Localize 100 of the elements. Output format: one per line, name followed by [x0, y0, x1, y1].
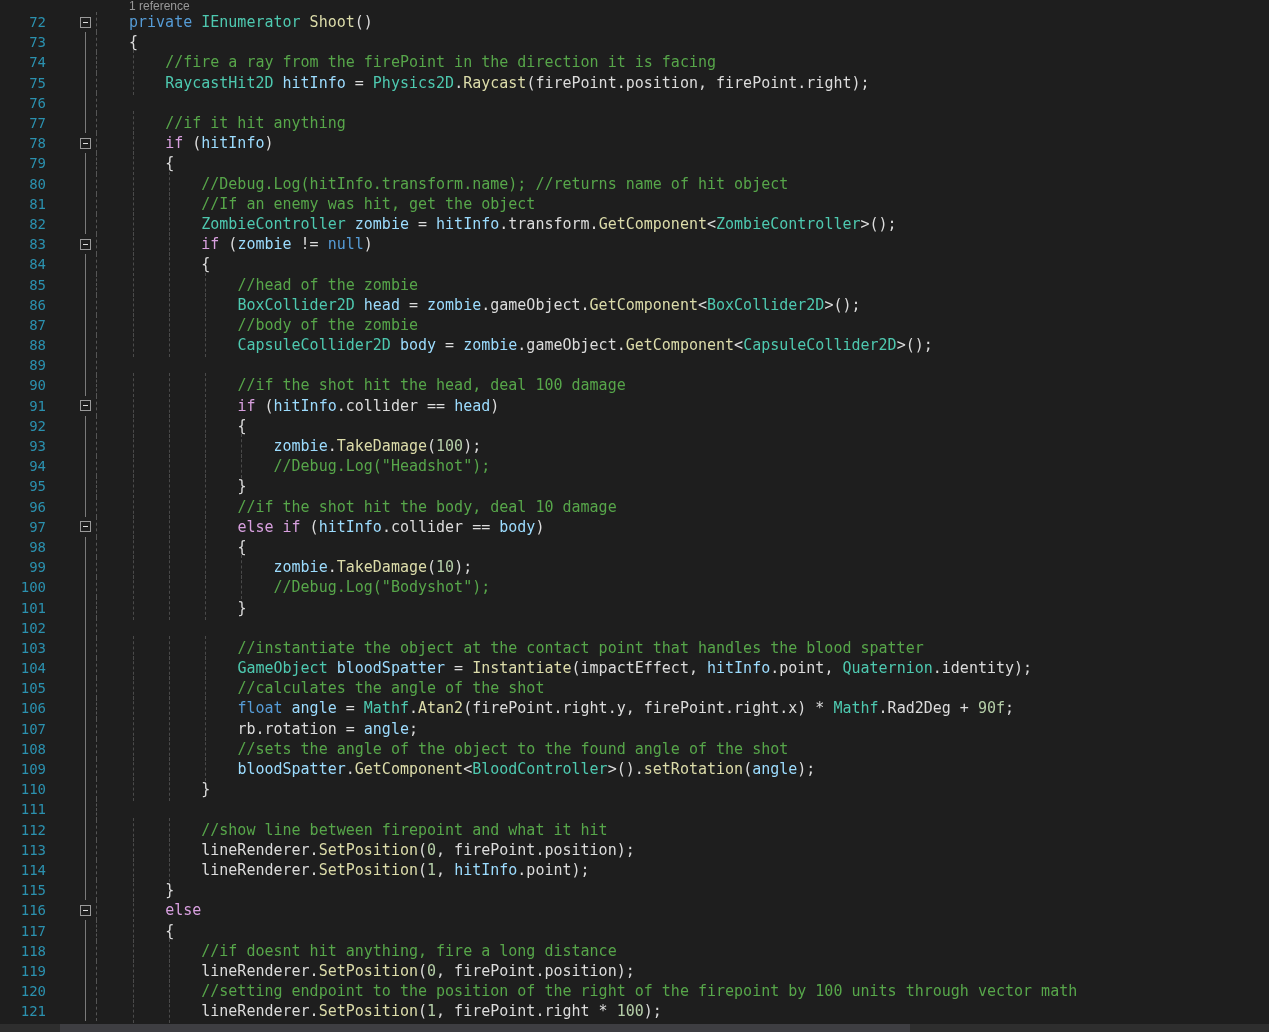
- code-line: //setting endpoint to the position of the right of the firepoint by 100 units through vector math: [129, 982, 1078, 1001]
- code-line: //calculates the angle of the shot: [129, 679, 545, 698]
- code-line: else: [129, 901, 202, 920]
- code-line: if (hitInfo.collider == head): [129, 396, 500, 415]
- line-number: 78: [28, 135, 46, 152]
- line-number: 120: [19, 983, 46, 1000]
- line-number: 110: [19, 781, 46, 798]
- line-number: 94: [28, 458, 46, 475]
- collapse-icon[interactable]: [80, 400, 91, 412]
- line-number: 77: [28, 115, 46, 132]
- code-line: zombie.TakeDamage(100);: [129, 437, 482, 456]
- collapse-icon[interactable]: [80, 16, 91, 28]
- line-number: 95: [28, 478, 46, 495]
- code-line: //if the shot hit the body, deal 10 damage: [129, 497, 617, 516]
- line-number: 104: [19, 660, 46, 677]
- line-number: 90: [28, 377, 46, 394]
- collapse-icon[interactable]: [80, 238, 91, 250]
- code-line: //if it hit anything: [129, 114, 346, 133]
- line-number: 85: [28, 276, 46, 293]
- code-line: //sets the angle of the object to the found angle of the shot: [129, 739, 789, 758]
- line-number: 87: [28, 316, 46, 333]
- line-number: 75: [28, 74, 46, 91]
- line-number: 91: [28, 397, 46, 414]
- code-line: //Debug.Log("Headshot");: [129, 457, 491, 476]
- code-line: //Debug.Log("Bodyshot");: [129, 578, 491, 597]
- code-line: //head of the zombie: [129, 275, 418, 294]
- code-line: lineRenderer.SetPosition(1, hitInfo.point);: [129, 860, 590, 879]
- line-number: 73: [28, 34, 46, 51]
- code-line: bloodSpatter.GetComponent<BloodController>().setRotation(angle);: [129, 760, 816, 779]
- line-number: 79: [28, 155, 46, 172]
- line-number: 102: [19, 619, 46, 636]
- code-line: //If an enemy was hit, get the object: [129, 194, 536, 213]
- line-number: 109: [19, 761, 46, 778]
- line-number: 115: [19, 882, 46, 899]
- code-line: //if the shot hit the head, deal 100 damage: [129, 376, 626, 395]
- line-number: 81: [28, 195, 46, 212]
- code-line: }: [129, 780, 211, 799]
- line-number: 105: [19, 680, 46, 697]
- code-line: }: [129, 881, 175, 900]
- line-number: 99: [28, 559, 46, 576]
- code-line: CapsuleCollider2D body = zombie.gameObject.GetComponent<CapsuleCollider2D>();: [129, 336, 933, 355]
- line-number: 92: [28, 417, 46, 434]
- line-number: 76: [28, 94, 46, 111]
- line-number: 117: [19, 922, 46, 939]
- code-line: {: [129, 921, 175, 940]
- line-number: 89: [28, 357, 46, 374]
- line-number: 103: [19, 639, 46, 656]
- code-line: zombie.TakeDamage(10);: [129, 558, 473, 577]
- horizontal-scrollbar[interactable]: [0, 1024, 1269, 1032]
- code-line: rb.rotation = angle;: [129, 719, 418, 738]
- code-line: else if (hitInfo.collider == body): [129, 517, 545, 536]
- line-number: 93: [28, 438, 46, 455]
- code-line: lineRenderer.SetPosition(0, firePoint.position);: [129, 840, 635, 859]
- collapse-icon[interactable]: [80, 904, 91, 916]
- line-number: 83: [28, 236, 46, 253]
- code-line: lineRenderer.SetPosition(0, firePoint.position);: [129, 961, 635, 980]
- line-number: 106: [19, 700, 46, 717]
- line-number: 98: [28, 538, 46, 555]
- line-number: 88: [28, 337, 46, 354]
- line-number: 84: [28, 256, 46, 273]
- line-number: 116: [19, 902, 46, 919]
- code-line: {: [129, 154, 175, 173]
- collapse-icon[interactable]: [80, 137, 91, 149]
- code-line: }: [129, 598, 247, 617]
- line-number: 96: [28, 498, 46, 515]
- line-number: 119: [19, 962, 46, 979]
- line-number: 113: [19, 841, 46, 858]
- code-line: //show line between firepoint and what it hit: [129, 820, 608, 839]
- line-number: 101: [19, 599, 46, 616]
- line-number: 72: [28, 14, 46, 31]
- code-line: if (hitInfo): [129, 134, 274, 153]
- line-number: 80: [28, 175, 46, 192]
- code-line: {: [129, 416, 247, 435]
- line-number: 107: [19, 720, 46, 737]
- code-line: BoxCollider2D head = zombie.gameObject.GetComponent<BoxCollider2D>();: [129, 295, 861, 314]
- line-number: 118: [19, 942, 46, 959]
- reference-count-link[interactable]: 1 reference: [129, 0, 190, 12]
- code-line: ZombieController zombie = hitInfo.transform.GetComponent<ZombieController>();: [129, 214, 897, 233]
- code-line: {: [129, 537, 247, 556]
- code-line: //body of the zombie: [129, 315, 418, 334]
- line-number: 74: [28, 54, 46, 71]
- code-line: //Debug.Log(hitInfo.transform.name); //returns name of hit object: [129, 174, 789, 193]
- code-line: //if doesnt hit anything, fire a long distance: [129, 941, 617, 960]
- code-line: RaycastHit2D hitInfo = Physics2D.Raycast(firePoint.position, firePoint.right);: [129, 73, 870, 92]
- line-number: 121: [19, 1003, 46, 1020]
- code-line: {: [129, 33, 139, 52]
- code-line: {: [129, 255, 211, 274]
- code-line: if (zombie != null): [129, 235, 373, 254]
- line-number: 114: [19, 861, 46, 878]
- line-number: 86: [28, 296, 46, 313]
- code-line: GameObject bloodSpatter = Instantiate(impactEffect, hitInfo.point, Quaternion.identity);: [129, 659, 1033, 678]
- line-number: 100: [19, 579, 46, 596]
- collapse-icon[interactable]: [80, 521, 91, 533]
- code-line: //instantiate the object at the contact point that handles the blood spatter: [129, 638, 924, 657]
- line-number: 97: [28, 518, 46, 535]
- code-line: lineRenderer.SetPosition(1, firePoint.right * 100);: [129, 1002, 662, 1021]
- line-number: 112: [19, 821, 46, 838]
- code-line: private IEnumerator Shoot(): [129, 13, 373, 32]
- code-line: float angle = Mathf.Atan2(firePoint.right.y, firePoint.right.x) * Mathf.Rad2Deg + 90f;: [129, 699, 1015, 718]
- code-line: }: [129, 477, 247, 496]
